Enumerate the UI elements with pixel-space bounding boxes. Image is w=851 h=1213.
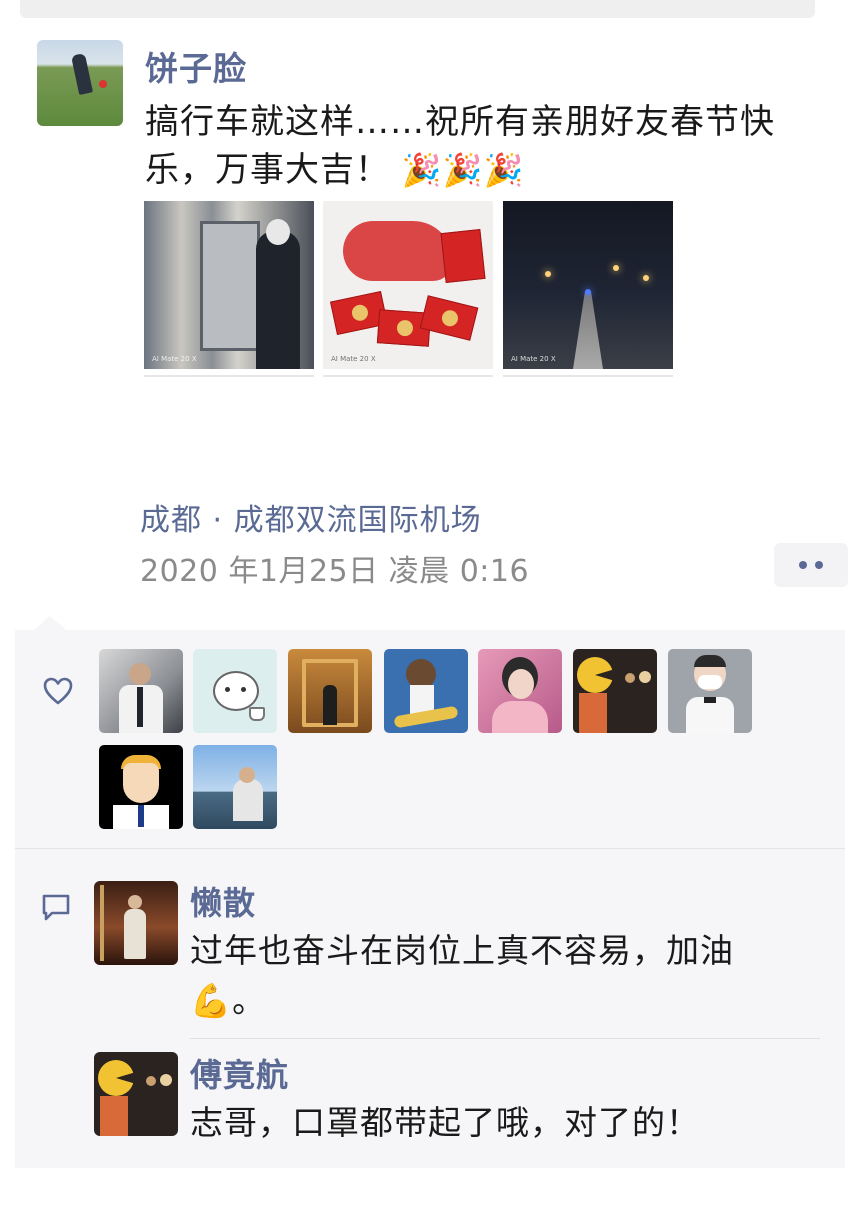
liker-avatar[interactable] — [668, 649, 752, 733]
comment-text: 志哥，口罩都带起了哦，对了的！ — [190, 1103, 700, 1142]
dot-icon — [815, 561, 823, 569]
masked-face — [266, 219, 290, 245]
liker-avatar[interactable] — [384, 649, 468, 733]
train-door — [200, 221, 260, 351]
post-photo-1[interactable]: AI Mate 20 X — [144, 201, 314, 369]
liker-avatar[interactable] — [193, 649, 277, 733]
post-text: 搞行车就这样……祝所有亲朋好友春节快乐，万事大吉！ 🎉🎉🎉 — [145, 98, 785, 194]
comment-divider — [190, 1038, 820, 1039]
photo-divider — [323, 375, 493, 377]
liker-avatar[interactable] — [573, 649, 657, 733]
comment-body: 过年也奋斗在岗位上真不容易，加油 — [190, 931, 734, 970]
post-photo-2[interactable]: AI Mate 20 X — [323, 201, 493, 369]
post-photo-3[interactable]: AI Mate 20 X — [503, 201, 673, 369]
station-light — [613, 265, 619, 271]
avatar-ball — [99, 80, 107, 88]
post-timestamp: 2020 年1月25日 凌晨 0:16 — [140, 554, 530, 589]
photo-watermark: AI Mate 20 X — [511, 355, 556, 363]
liker-avatar[interactable] — [288, 649, 372, 733]
dot-icon — [799, 561, 807, 569]
photo-divider — [503, 375, 673, 377]
uniformed-person — [256, 231, 300, 369]
comment-bubble-icon — [42, 894, 70, 921]
location-link[interactable]: 成都 · 成都双流国际机场 — [140, 495, 482, 539]
more-actions-button[interactable] — [774, 543, 848, 587]
photo-divider — [144, 375, 314, 377]
photo-watermark: AI Mate 20 X — [331, 355, 376, 363]
heart-outline-icon — [43, 677, 73, 705]
station-light — [643, 275, 649, 281]
station-light — [545, 271, 551, 277]
railway-track — [573, 291, 603, 369]
comment-suffix: 。 — [232, 981, 267, 1020]
photo-watermark: AI Mate 20 X — [152, 355, 197, 363]
commenter-avatar[interactable] — [94, 1052, 178, 1136]
liker-avatar[interactable] — [99, 745, 183, 829]
commenter-name[interactable]: 懒散 — [190, 878, 256, 924]
comment-text: 过年也奋斗在岗位上真不容易，加油 💪。 — [190, 926, 810, 1026]
previous-post-edge — [20, 0, 815, 18]
poster-name[interactable]: 饼子脸 — [145, 42, 247, 90]
red-envelope — [440, 229, 486, 283]
signal-light — [585, 289, 591, 295]
likes-divider — [15, 848, 845, 849]
liker-avatar[interactable] — [99, 649, 183, 733]
red-envelope-bag — [343, 221, 453, 281]
panel-caret — [34, 616, 66, 630]
liker-avatar[interactable] — [478, 649, 562, 733]
poster-avatar[interactable] — [37, 40, 123, 126]
party-popper-emojis: 🎉🎉🎉 — [401, 151, 525, 189]
commenter-name[interactable]: 傅竟航 — [190, 1050, 289, 1096]
flexed-biceps-emoji: 💪 — [190, 981, 233, 1020]
avatar-figure — [70, 52, 94, 96]
commenter-avatar[interactable] — [94, 881, 178, 965]
liker-avatar[interactable] — [193, 745, 277, 829]
